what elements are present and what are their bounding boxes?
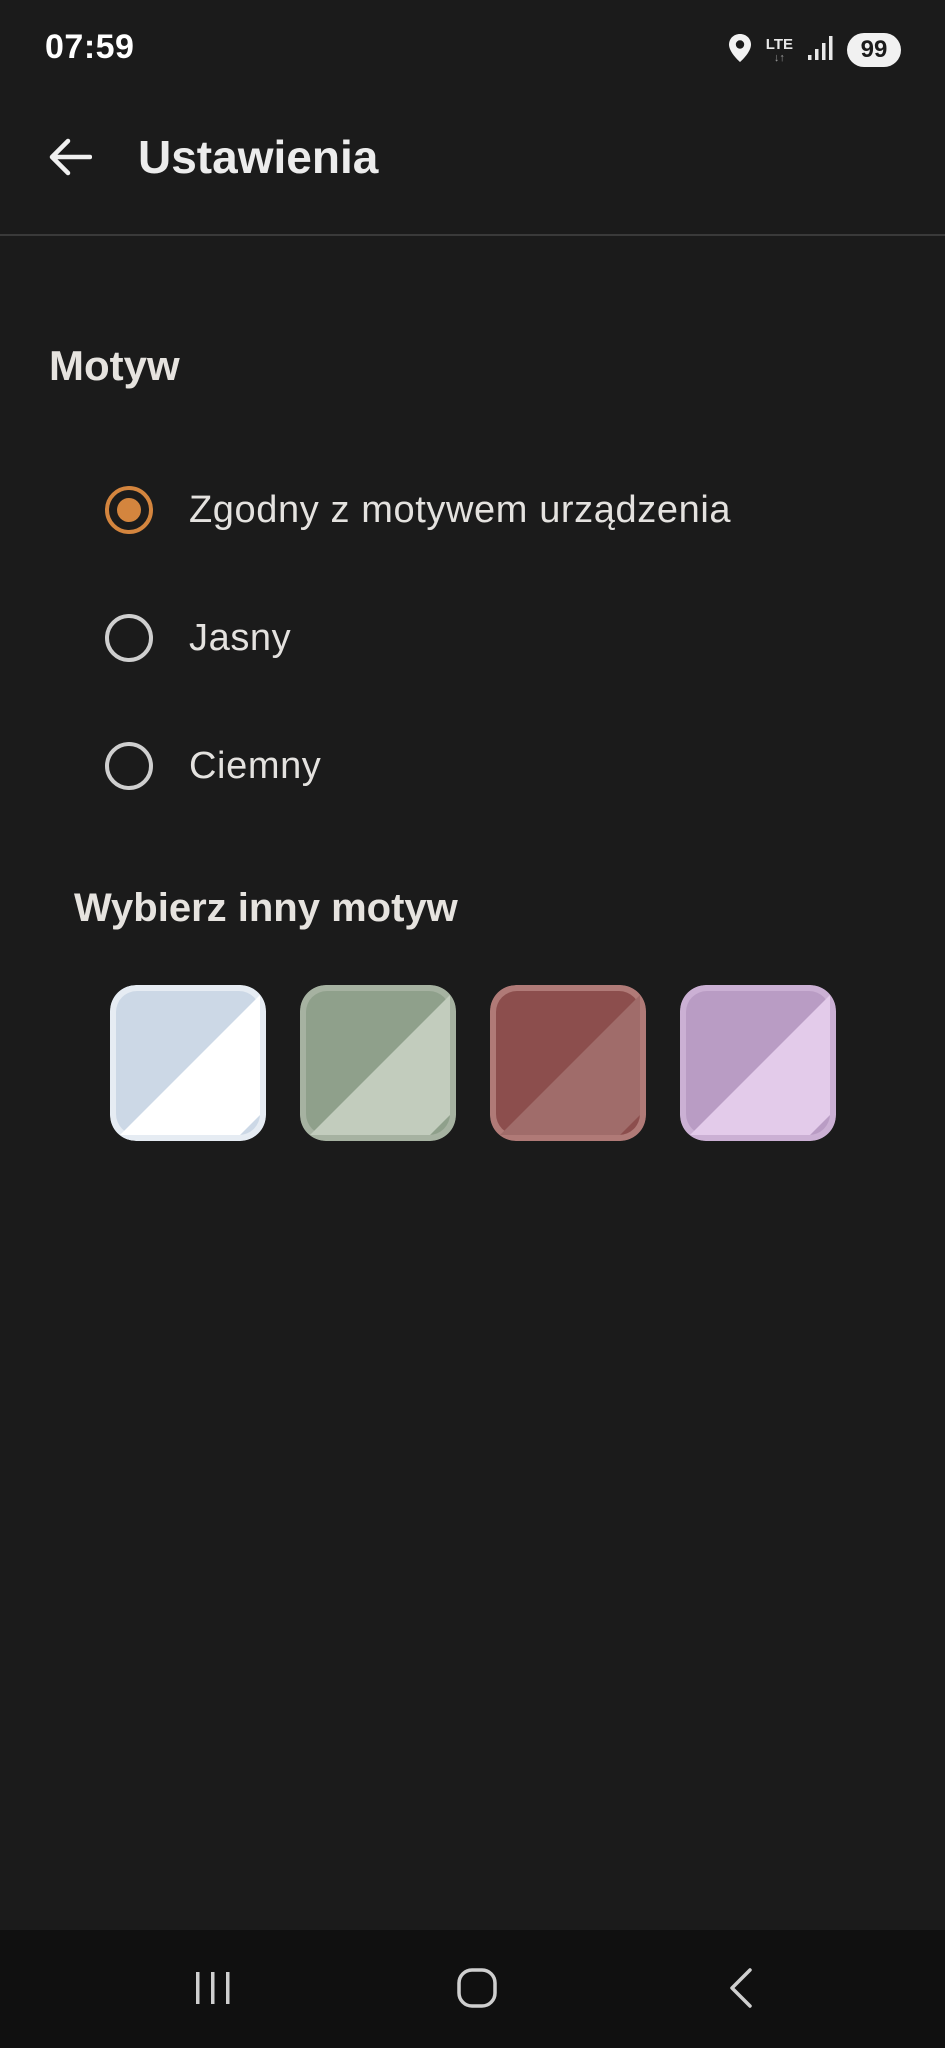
status-icons: LTE ↓↑ 99 bbox=[728, 30, 901, 70]
radio-option-dark[interactable]: Ciemny bbox=[105, 716, 865, 816]
radio-label: Zgodny z motywem urządzenia bbox=[189, 488, 732, 531]
radio-option-light[interactable]: Jasny bbox=[105, 588, 865, 688]
back-button[interactable] bbox=[30, 124, 110, 194]
radio-label: Ciemny bbox=[189, 744, 322, 787]
recent-apps-icon bbox=[193, 1970, 233, 2011]
section-title-color-themes: Wybierz inny motyw bbox=[74, 886, 458, 930]
home-icon bbox=[455, 1966, 499, 2015]
back-icon bbox=[726, 1966, 756, 2015]
section-title-theme: Motyw bbox=[49, 342, 180, 389]
signal-icon bbox=[807, 35, 833, 66]
swatch-red[interactable] bbox=[490, 985, 646, 1141]
home-button[interactable] bbox=[432, 1952, 522, 2028]
radio-option-device-theme[interactable]: Zgodny z motywem urządzenia bbox=[105, 460, 865, 560]
radio-checked-icon[interactable] bbox=[105, 486, 153, 534]
arrow-back-icon bbox=[48, 137, 93, 182]
nav-back-button[interactable] bbox=[696, 1952, 786, 2028]
radio-dot bbox=[117, 498, 141, 522]
data-arrows-icon: ↓↑ bbox=[773, 51, 785, 64]
radio-unchecked-icon[interactable] bbox=[105, 614, 153, 662]
color-swatches bbox=[110, 985, 836, 1141]
battery-icon: 99 bbox=[847, 33, 901, 67]
navigation-bar bbox=[0, 1930, 945, 2048]
radio-label: Jasny bbox=[189, 616, 292, 659]
swatch-purple[interactable] bbox=[680, 985, 836, 1141]
settings-screen: 07:59 LTE ↓↑ 99 Ustawienia Motyw Zgodny … bbox=[0, 0, 945, 2048]
status-time: 07:59 bbox=[45, 28, 135, 66]
location-icon bbox=[728, 33, 752, 68]
battery-level: 99 bbox=[860, 36, 888, 63]
recent-apps-button[interactable] bbox=[168, 1952, 258, 2028]
status-bar: 07:59 LTE ↓↑ 99 bbox=[0, 0, 945, 100]
radio-unchecked-icon[interactable] bbox=[105, 742, 153, 790]
swatch-blue[interactable] bbox=[110, 985, 266, 1141]
lte-label: LTE bbox=[765, 35, 793, 53]
swatch-green[interactable] bbox=[300, 985, 456, 1141]
page-title: Ustawienia bbox=[138, 131, 379, 183]
lte-icon: LTE ↓↑ bbox=[766, 37, 793, 64]
app-bar: Ustawienia bbox=[0, 100, 945, 236]
